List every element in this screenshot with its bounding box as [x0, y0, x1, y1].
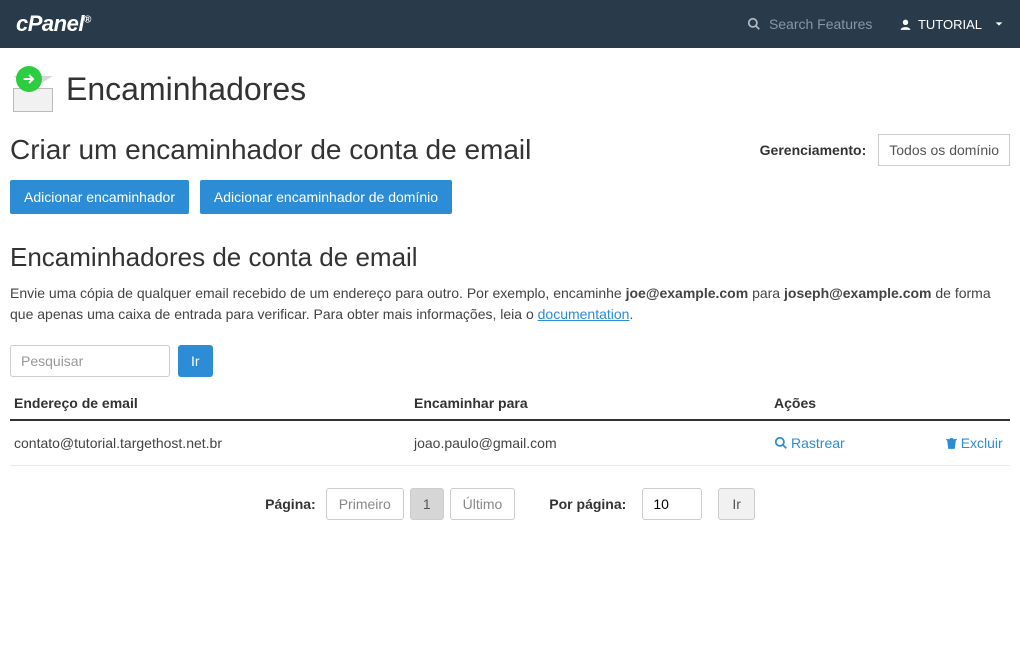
perpage-input[interactable] — [642, 488, 702, 520]
page-body: Encaminhadores Criar um encaminhador de … — [0, 48, 1020, 530]
logo-reg: ® — [84, 15, 91, 26]
create-section-header: Criar um encaminhador de conta de email … — [10, 134, 1010, 166]
table-search-input[interactable] — [10, 345, 170, 377]
table-row: contato@tutorial.targethost.net.br joao.… — [10, 420, 1010, 466]
create-buttons: Adicionar encaminhador Adicionar encamin… — [10, 180, 1010, 214]
user-menu[interactable]: TUTORIAL — [899, 17, 1004, 32]
cell-actions: Rastrear Excluir — [770, 420, 1010, 466]
logo-text: cPanel — [16, 11, 84, 36]
cell-forward: joao.paulo@gmail.com — [410, 420, 770, 466]
delete-link[interactable]: Excluir — [945, 435, 1003, 451]
add-forwarder-button[interactable]: Adicionar encaminhador — [10, 180, 189, 214]
page-title: Encaminhadores — [66, 71, 306, 108]
logo: cPanel® — [16, 11, 91, 37]
table-search-go-button[interactable]: Ir — [178, 345, 213, 377]
title-row: Encaminhadores — [10, 66, 1010, 112]
forwarders-table: Endereço de email Encaminhar para Ações … — [10, 387, 1010, 466]
cell-email: contato@tutorial.targethost.net.br — [10, 420, 410, 466]
perpage-go-button[interactable]: Ir — [718, 488, 755, 520]
management-control: Gerenciamento: Todos os domínio — [760, 134, 1010, 166]
documentation-link[interactable]: documentation — [538, 306, 630, 322]
add-domain-forwarder-button[interactable]: Adicionar encaminhador de domínio — [200, 180, 452, 214]
person-icon — [899, 18, 912, 31]
user-label: TUTORIAL — [918, 17, 982, 32]
create-heading: Criar um encaminhador de conta de email — [10, 134, 531, 166]
trace-link[interactable]: Rastrear — [774, 435, 845, 451]
current-page-button[interactable]: 1 — [410, 488, 444, 520]
table-search-row: Ir — [10, 345, 1010, 377]
caret-down-icon — [994, 19, 1004, 29]
management-label: Gerenciamento: — [760, 142, 867, 158]
pagination: Página: Primeiro 1 Último Por página: Ir — [10, 488, 1010, 520]
page-label: Página: — [265, 496, 316, 512]
management-select[interactable]: Todos os domínio — [878, 134, 1010, 166]
arrow-right-icon — [21, 71, 37, 87]
topbar: cPanel® TUTORIAL — [0, 0, 1020, 48]
first-page-button[interactable]: Primeiro — [326, 488, 404, 520]
list-heading: Encaminhadores de conta de email — [10, 242, 1010, 273]
search-icon — [747, 17, 761, 31]
perpage-label: Por página: — [549, 496, 626, 512]
magnifier-icon — [774, 436, 788, 450]
trash-icon — [945, 437, 958, 450]
header-forward: Encaminhar para — [410, 387, 770, 420]
topbar-search[interactable] — [747, 16, 879, 32]
description: Envie uma cópia de qualquer email recebi… — [10, 283, 1010, 325]
header-email: Endereço de email — [10, 387, 410, 420]
forwarders-icon — [10, 66, 56, 112]
last-page-button[interactable]: Último — [450, 488, 516, 520]
search-features-input[interactable] — [769, 16, 879, 32]
header-actions: Ações — [770, 387, 1010, 420]
